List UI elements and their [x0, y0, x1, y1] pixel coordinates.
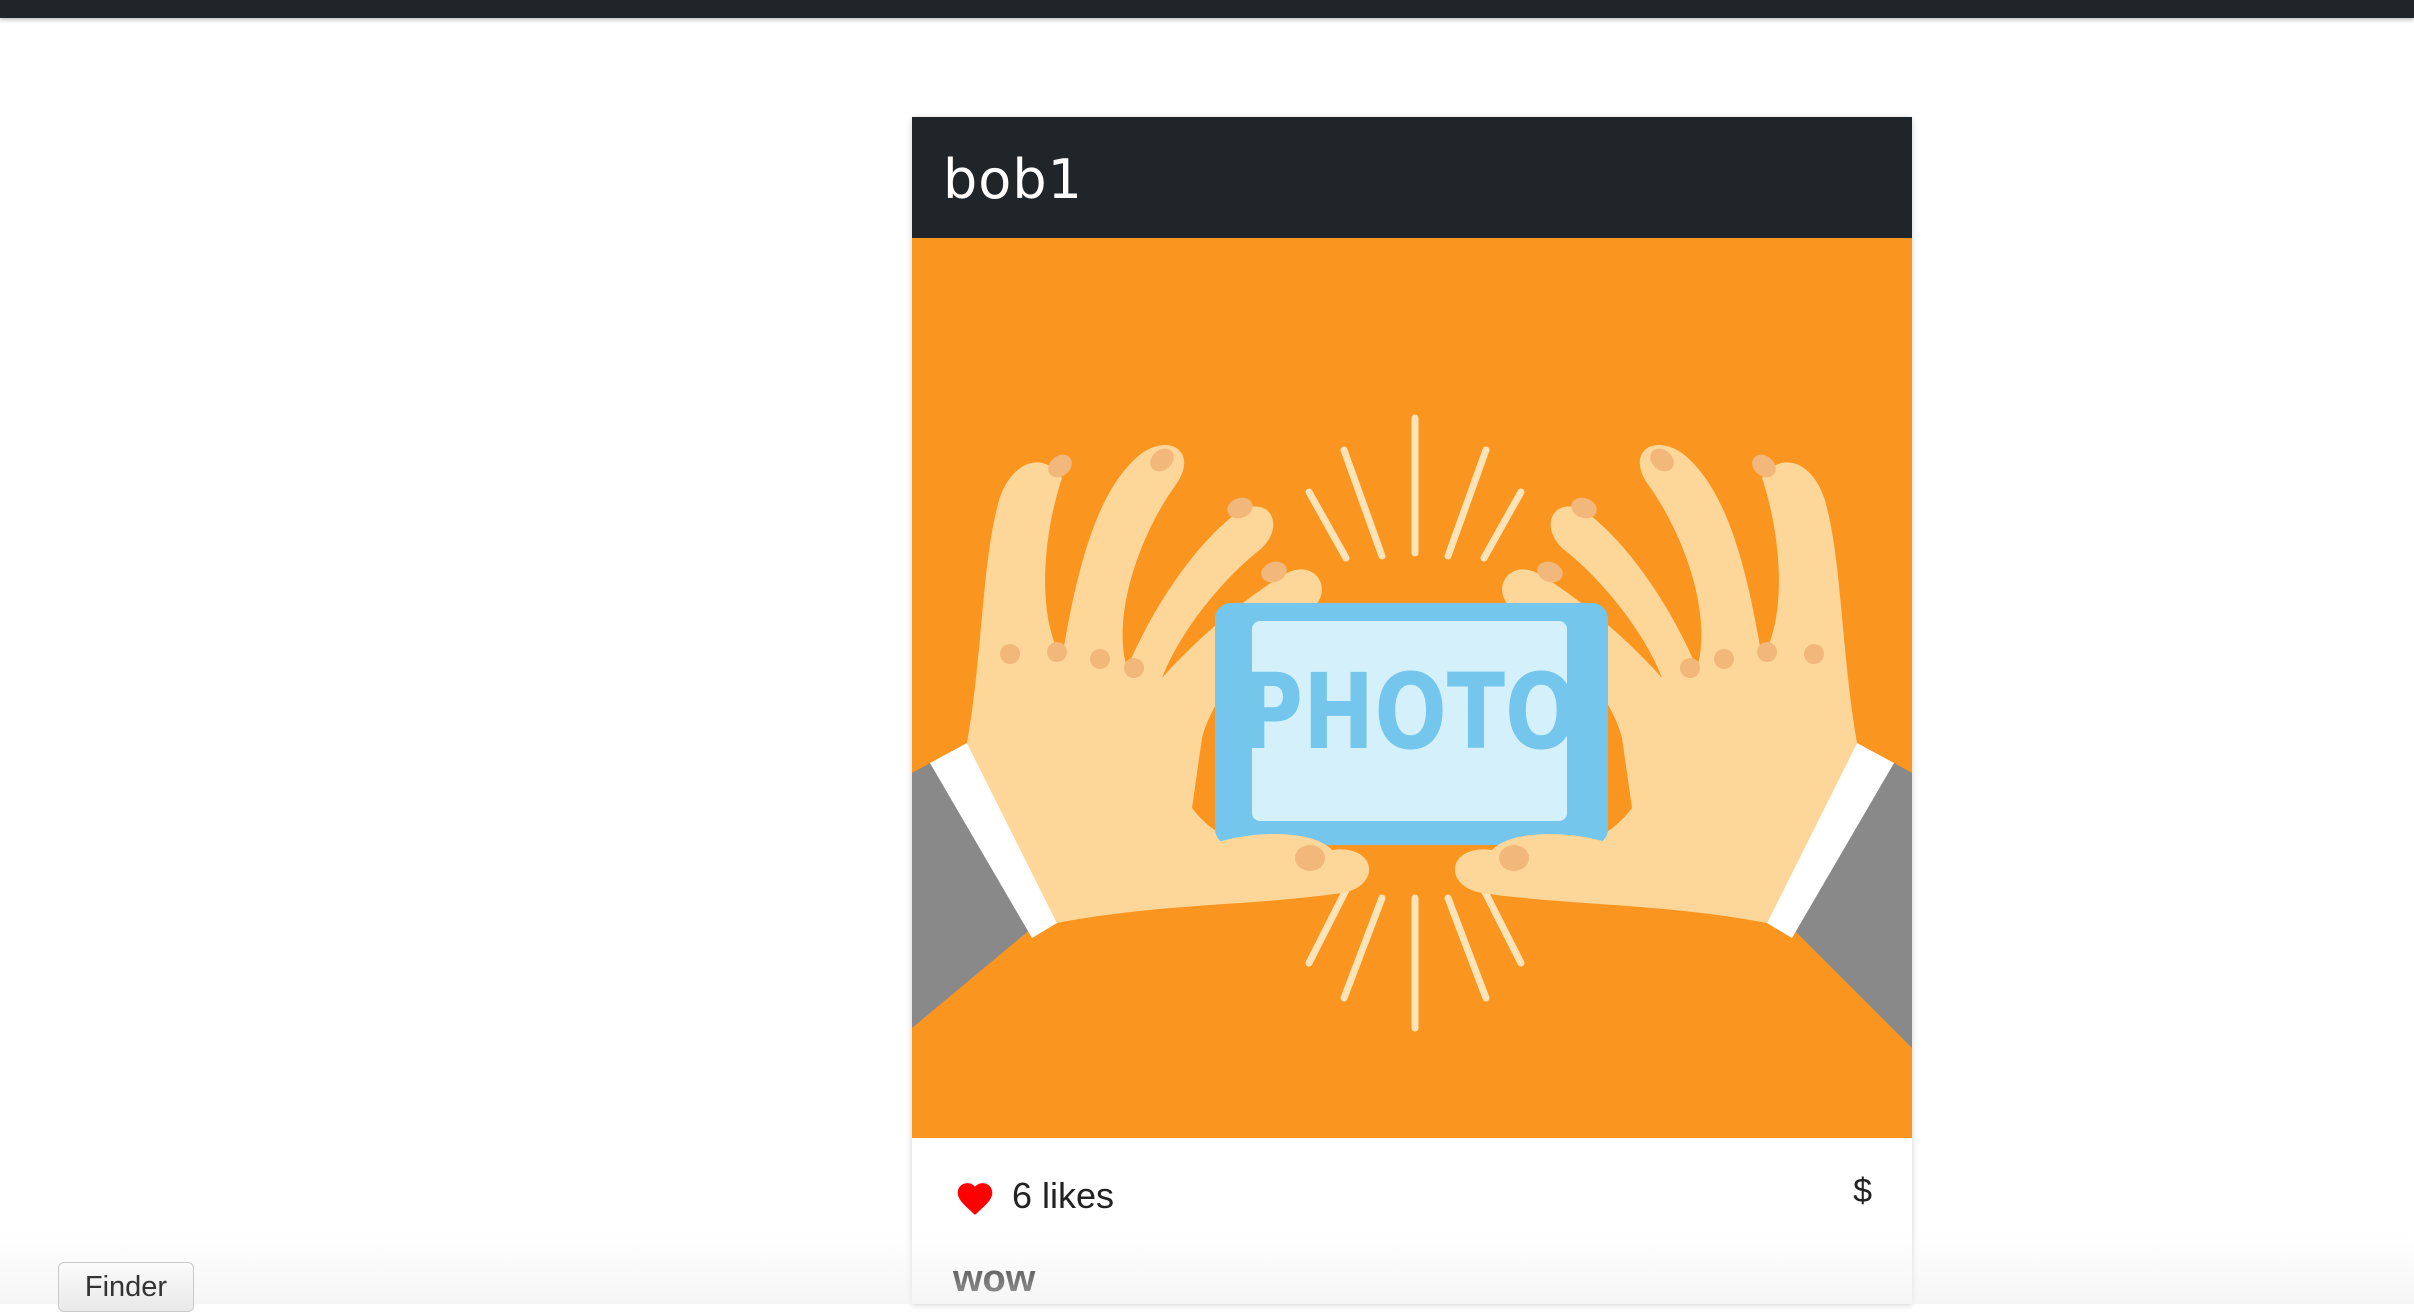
finder-button[interactable]: Finder — [58, 1262, 194, 1312]
likes-count: 6 likes — [1012, 1175, 1115, 1216]
post-actions-row: 6 likes $ — [912, 1138, 1912, 1258]
left-thumbnail — [1295, 845, 1325, 871]
top-navbar — [0, 0, 2414, 18]
heart-icon[interactable] — [954, 1178, 996, 1216]
photo-label: PHOTO — [1240, 653, 1577, 773]
right-thumbnail — [1499, 845, 1529, 871]
photo-illustration: PHOTO — [912, 238, 1912, 1138]
tip-button[interactable]: $ — [1853, 1174, 1872, 1208]
post-card: bob1 PHOTO 6 likes $ wow — [912, 117, 1912, 1304]
post-image[interactable]: PHOTO — [912, 238, 1912, 1138]
post-header: bob1 — [912, 117, 1912, 238]
post-username[interactable]: bob1 — [943, 153, 1083, 207]
post-caption: wow — [953, 1258, 1036, 1300]
